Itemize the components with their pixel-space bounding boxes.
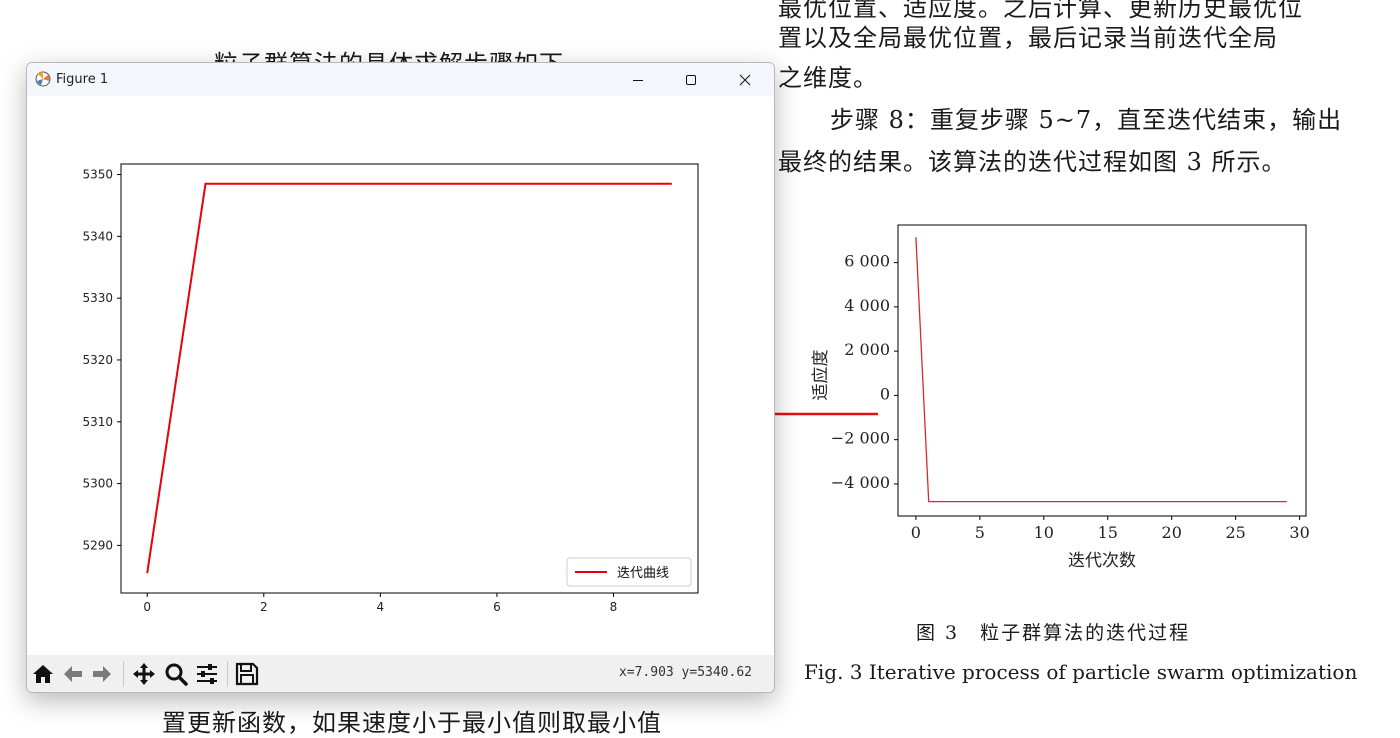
navigation-toolbar: x=7.903 y=5340.62 xyxy=(27,655,774,692)
series-line xyxy=(915,237,1287,503)
x-tick-label: 6 xyxy=(493,600,501,614)
plot-canvas[interactable]: 5290 5300 5310 5320 5330 5340 5350 0 2 4 6 8 迭代曲线 xyxy=(27,96,774,655)
forward-icon xyxy=(93,666,111,682)
close-button[interactable] xyxy=(722,63,768,96)
y-tick-label: 5350 xyxy=(82,168,113,182)
x-tick-label: 4 xyxy=(377,600,385,614)
x-tick-label: 2 xyxy=(260,600,268,614)
x-tick-label: 10 xyxy=(1034,523,1054,542)
toolbar-separator xyxy=(227,661,228,687)
x-tick-label: 30 xyxy=(1289,523,1309,542)
y-tick-label: 5290 xyxy=(82,538,113,552)
x-tick-label: 0 xyxy=(143,600,151,614)
save-button[interactable] xyxy=(234,661,260,687)
figure-window[interactable]: Figure 1 5290 5300 5310 5320 5330 5340 5350 0 2 4… xyxy=(26,62,775,693)
y-axis-label: 适应度 xyxy=(811,350,831,401)
back-icon xyxy=(64,666,82,682)
configure-subplots-icon xyxy=(197,664,217,684)
doc-right-line-3: 之维度。 xyxy=(778,64,878,92)
cursor-coordinates: x=7.903 y=5340.62 xyxy=(618,665,752,680)
maximize-button[interactable] xyxy=(668,63,714,96)
home-button[interactable] xyxy=(30,661,56,687)
close-icon xyxy=(739,74,751,85)
y-tick-label: 5340 xyxy=(82,229,113,243)
axes-frame xyxy=(120,163,699,594)
y-tick-label: 5300 xyxy=(82,477,113,491)
x-tick-label: 15 xyxy=(1098,523,1118,542)
pan-icon xyxy=(133,663,155,685)
doc-right-line-5: 最终的结果。该算法的迭代过程如图 3 所示。 xyxy=(778,148,1287,176)
y-tick-label: 5330 xyxy=(82,291,113,305)
legend-label: 迭代曲线 xyxy=(617,566,669,581)
window-title: Figure 1 xyxy=(56,72,109,87)
pan-button[interactable] xyxy=(131,661,157,687)
y-tick-label: 0 xyxy=(880,384,890,403)
figure-caption-cn: 图 3 粒子群算法的迭代过程 xyxy=(916,622,1191,644)
figure-caption-en: Fig. 3 Iterative process of particle swa… xyxy=(804,660,1358,684)
x-tick-label: 0 xyxy=(911,523,921,542)
y-tick-label: 4 000 xyxy=(844,296,890,315)
x-tick-label: 20 xyxy=(1162,523,1182,542)
toolbar-separator xyxy=(123,661,124,687)
y-tick-label: −4 000 xyxy=(831,473,890,492)
back-button[interactable] xyxy=(60,661,86,687)
y-tick-label: 6 000 xyxy=(844,252,890,271)
y-tick-label: 5310 xyxy=(82,415,113,429)
configure-subplots-button[interactable] xyxy=(194,661,220,687)
series-line xyxy=(146,182,672,574)
home-icon xyxy=(33,665,53,683)
axes-frame xyxy=(897,224,1307,517)
minimize-icon xyxy=(633,79,643,81)
x-tick-label: 5 xyxy=(975,523,985,542)
x-axis-label: 迭代次数 xyxy=(1068,551,1136,571)
maximize-icon xyxy=(686,74,696,85)
zoom-button[interactable] xyxy=(163,661,189,687)
y-tick-label: 2 000 xyxy=(844,340,890,359)
zoom-icon xyxy=(165,663,188,686)
minimize-button[interactable] xyxy=(615,63,661,96)
x-tick-label: 8 xyxy=(610,600,618,614)
y-tick-label: 5320 xyxy=(82,353,113,367)
title-bar[interactable]: Figure 1 xyxy=(27,63,774,96)
forward-button[interactable] xyxy=(89,661,115,687)
x-tick-label: 25 xyxy=(1225,523,1245,542)
matplotlib-figure-icon xyxy=(35,71,51,87)
doc-right-line-4: 步骤 8：重复步骤 5~7，直至迭代结束，输出 xyxy=(830,106,1343,134)
document-figure-chart: −4 000 −2 000 0 2 000 4 000 6 000 0 5 10 15 20 25 30… xyxy=(811,224,1310,571)
doc-right-line-2: 置以及全局最优位置，最后记录当前迭代全局 xyxy=(778,24,1278,52)
y-tick-label: −2 000 xyxy=(831,429,890,448)
save-icon xyxy=(235,662,259,686)
